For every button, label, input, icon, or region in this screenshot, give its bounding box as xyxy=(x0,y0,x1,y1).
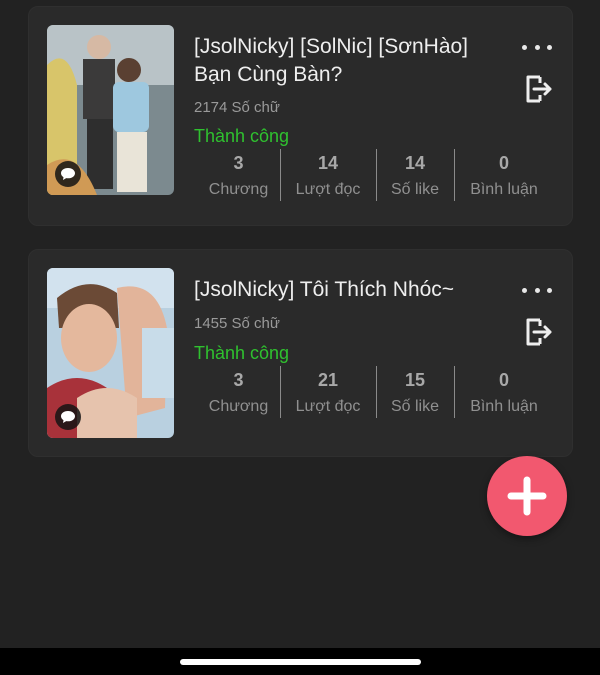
stat-label: Lượt đọc xyxy=(295,398,361,415)
story-card[interactable]: [JsolNicky] [SolNic] [SơnHào] Bạn Cùng B… xyxy=(28,6,573,226)
plus-icon xyxy=(507,476,547,516)
stat-chapters: 3 Chương xyxy=(197,149,280,201)
stat-value: 0 xyxy=(498,370,509,390)
exit-icon[interactable] xyxy=(522,73,554,105)
story-stats: 3 Chương 21 Lượt đọc 15 Số like 0 Bình l… xyxy=(197,366,567,418)
stat-value: 14 xyxy=(404,153,426,173)
story-card[interactable]: [JsolNicky] Tôi Thích Nhóc~ 1455 Số chữ … xyxy=(28,249,573,457)
comment-bubble-icon xyxy=(55,404,81,430)
stat-label: Số like xyxy=(390,398,440,415)
stat-label: Chương xyxy=(208,398,269,415)
stat-label: Bình luận xyxy=(470,398,538,415)
stat-comments: 0 Bình luận xyxy=(454,149,554,201)
word-count: 1455 Số chữ xyxy=(194,315,280,332)
stat-value: 0 xyxy=(498,153,509,173)
story-stats: 3 Chương 14 Lượt đọc 14 Số like 0 Bình l… xyxy=(197,149,567,201)
story-cover-image[interactable] xyxy=(47,268,174,438)
more-horizontal-icon[interactable] xyxy=(522,284,552,296)
stat-value: 3 xyxy=(233,153,244,173)
stat-reads: 14 Lượt đọc xyxy=(280,149,376,201)
story-title[interactable]: [JsolNicky] [SolNic] [SơnHào] Bạn Cùng B… xyxy=(194,33,494,89)
word-count: 2174 Số chữ xyxy=(194,99,280,116)
comment-bubble-icon xyxy=(55,161,81,187)
stat-label: Bình luận xyxy=(470,181,538,198)
add-story-button[interactable] xyxy=(487,456,567,536)
stat-reads: 21 Lượt đọc xyxy=(280,366,376,418)
story-cover-image[interactable] xyxy=(47,25,174,195)
stat-value: 14 xyxy=(317,153,339,173)
status-text: Thành công xyxy=(194,343,290,363)
stat-value: 21 xyxy=(317,370,339,390)
stat-value: 15 xyxy=(404,370,426,390)
stat-label: Chương xyxy=(208,181,269,198)
stat-likes: 15 Số like xyxy=(376,366,454,418)
more-horizontal-icon[interactable] xyxy=(522,41,552,53)
stat-value: 3 xyxy=(233,370,244,390)
home-indicator[interactable] xyxy=(180,659,421,665)
story-title[interactable]: [JsolNicky] Tôi Thích Nhóc~ xyxy=(194,276,494,304)
stat-likes: 14 Số like xyxy=(376,149,454,201)
stat-comments: 0 Bình luận xyxy=(454,366,554,418)
stat-chapters: 3 Chương xyxy=(197,366,280,418)
stat-label: Lượt đọc xyxy=(295,181,361,198)
system-nav-bar xyxy=(0,648,600,675)
exit-icon[interactable] xyxy=(522,316,554,348)
stat-label: Số like xyxy=(390,181,440,198)
status-text: Thành công xyxy=(194,126,290,146)
